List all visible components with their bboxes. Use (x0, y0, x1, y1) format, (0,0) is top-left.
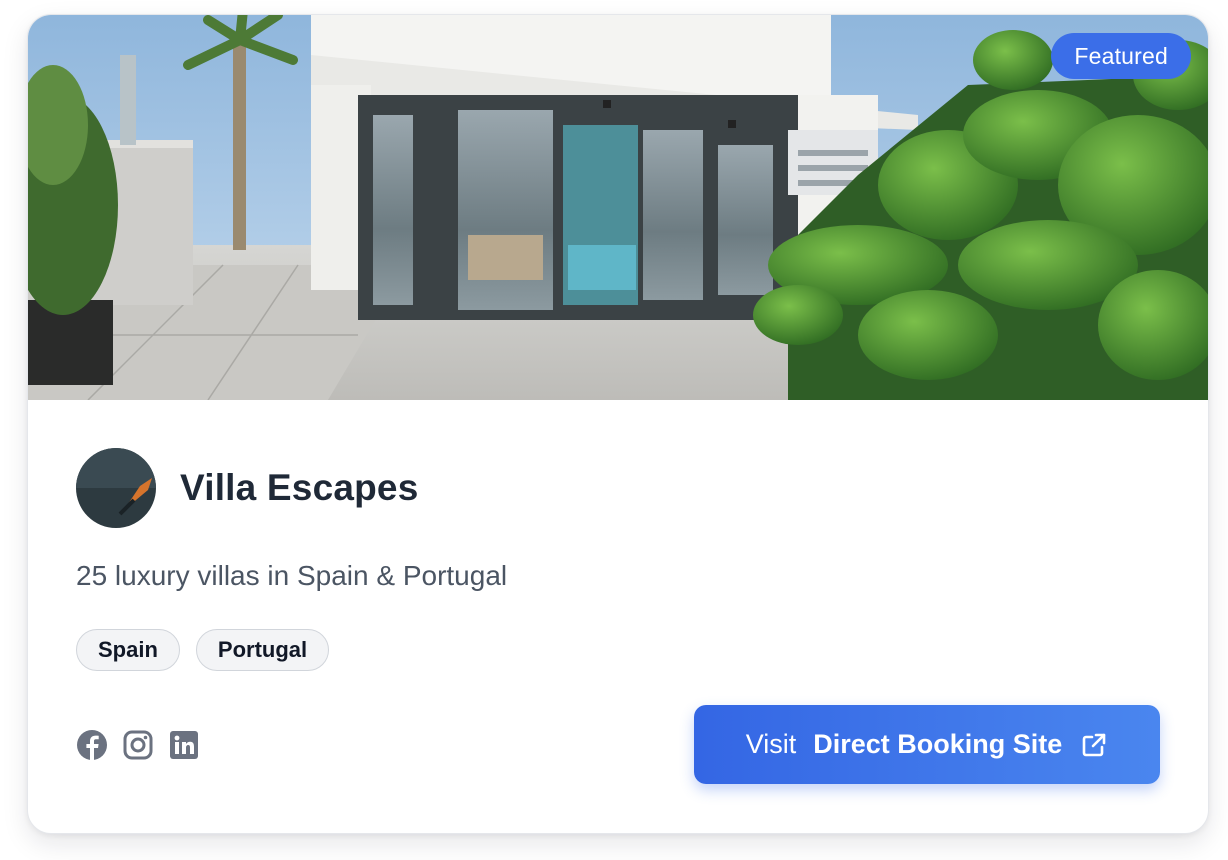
cta-label: Direct Booking Site (813, 729, 1063, 759)
tag-list: Spain Portugal (76, 629, 330, 671)
linkedin-icon[interactable] (168, 729, 200, 761)
listing-description: 25 luxury villas in Spain & Portugal (76, 560, 508, 591)
listing-title: Villa Escapes (180, 467, 419, 508)
listing-card: Featured Villa Escapes 25 luxury villas … (27, 14, 1209, 834)
featured-badge: Featured (1051, 33, 1191, 79)
avatar (76, 448, 156, 528)
instagram-icon[interactable] (122, 729, 154, 761)
external-link-icon (1080, 731, 1108, 759)
visit-booking-site-button[interactable]: Visit Direct Booking Site (694, 705, 1160, 784)
cta-prefix: Visit (745, 729, 797, 759)
listing-hero-image: Featured (28, 15, 1208, 400)
facebook-icon[interactable] (76, 729, 108, 761)
tag-portugal[interactable]: Portugal (195, 629, 330, 671)
tag-spain[interactable]: Spain (76, 629, 180, 671)
social-links (76, 729, 200, 761)
